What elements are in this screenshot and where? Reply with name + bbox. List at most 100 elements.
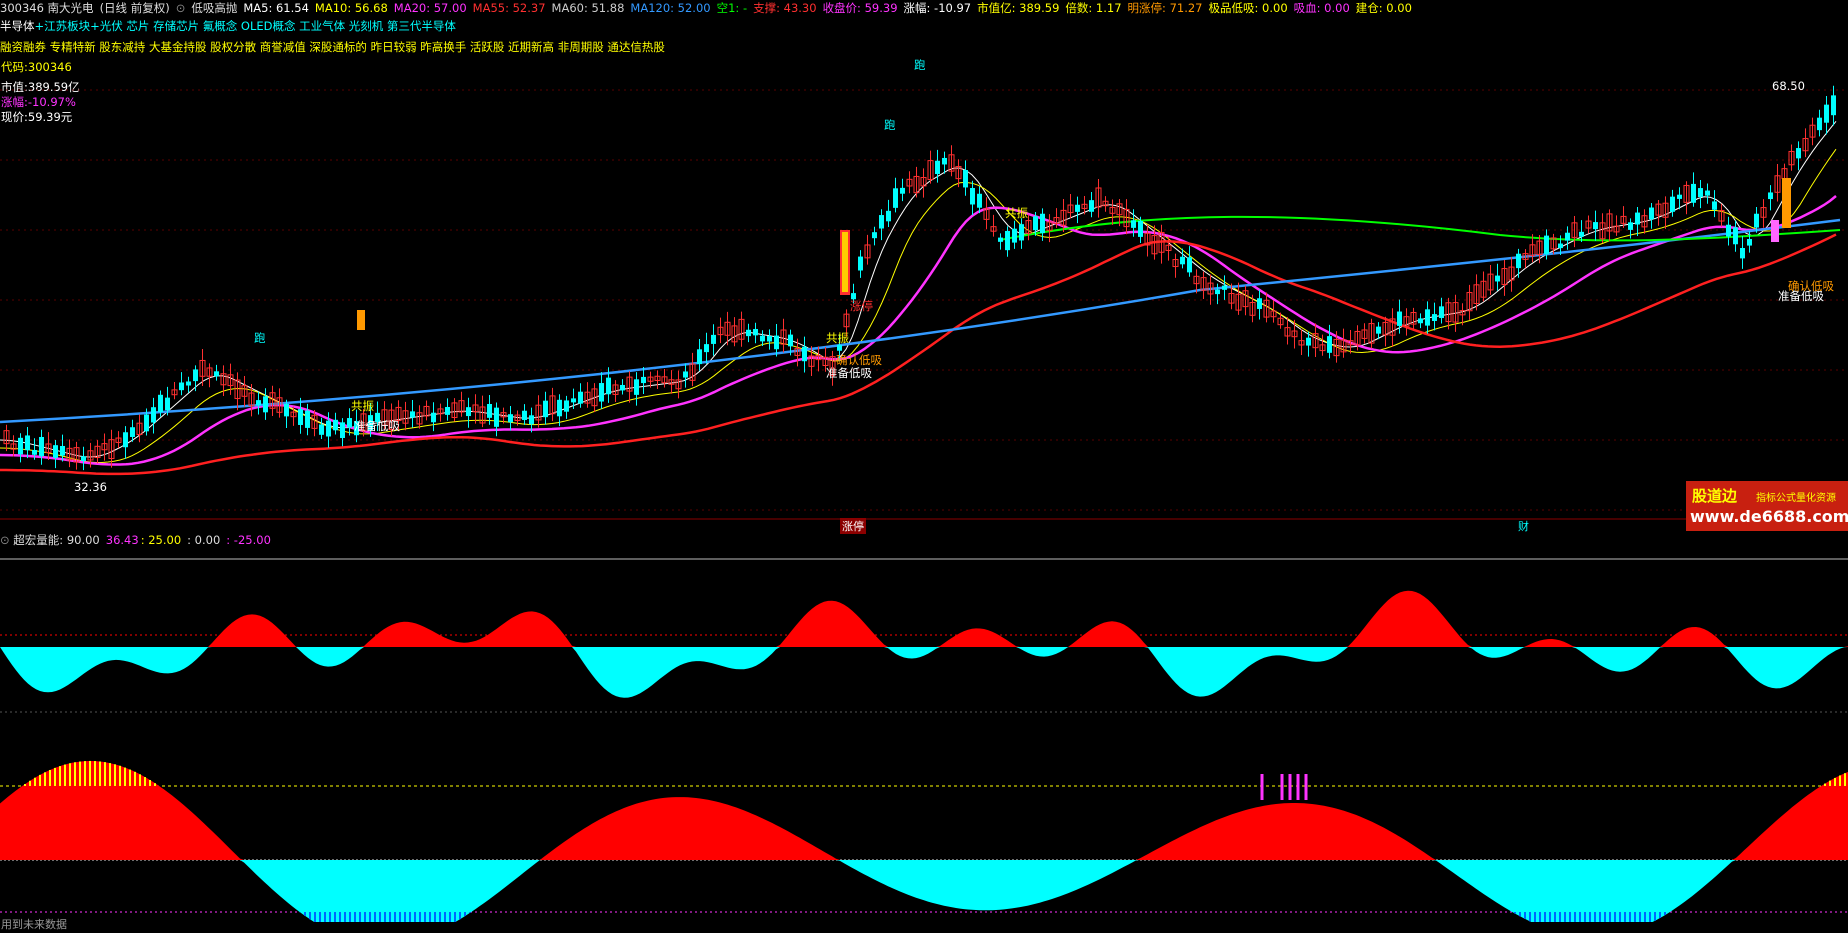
period-label[interactable]: (日线 前复权) — [100, 1, 170, 15]
candle-body-down — [564, 400, 569, 412]
price-chart[interactable] — [0, 60, 1848, 520]
limit-up-bar-inner — [842, 232, 848, 292]
candle-body-down — [599, 383, 604, 402]
candle-body-down — [1040, 213, 1045, 234]
ma55-value: MA55: 52.37 — [472, 1, 546, 15]
ma60-line — [0, 233, 1837, 476]
candle-body-down — [543, 400, 548, 418]
candle-body-down — [1754, 213, 1759, 228]
support-value: 支撑: 43.30 — [753, 1, 817, 15]
indicator-name[interactable]: 低吸高抛 — [191, 1, 237, 15]
candle-body-down — [1397, 311, 1402, 326]
candle-body-down — [578, 391, 583, 404]
candle-body-down — [697, 349, 702, 365]
limit-up-label: 涨停 — [850, 299, 873, 313]
watermark-tagline: 指标公式量化资源 — [1756, 493, 1836, 504]
candle-body-down — [1425, 309, 1430, 326]
candle-body-down — [1180, 256, 1185, 265]
candle-body-down — [1495, 275, 1500, 282]
candle-body-down — [711, 334, 716, 344]
candle-body-down — [522, 410, 527, 421]
sub-value-3: : 25.00 — [140, 533, 182, 547]
gongzhen-label: 共振 — [1005, 206, 1028, 220]
candle-body-down — [1817, 117, 1822, 131]
candle-body-down — [1439, 306, 1444, 319]
candle-body-down — [193, 369, 198, 382]
candle-body-down — [1712, 201, 1717, 210]
candle-body-down — [1033, 216, 1038, 231]
pao-signal-2: 跑 — [884, 118, 896, 132]
candle-body-down — [1649, 207, 1654, 220]
candle-body-down — [214, 371, 219, 377]
volume-energy-chart[interactable] — [0, 552, 1848, 922]
candle-body-down — [263, 396, 268, 413]
candle-body-down — [802, 346, 807, 362]
candle-body-down — [1432, 314, 1437, 321]
indicator-select-icon[interactable]: ⊙ — [176, 1, 186, 15]
candle-body-down — [487, 403, 492, 418]
candle-body-down — [634, 379, 639, 395]
candle-body-down — [340, 422, 345, 439]
candle-body-down — [529, 415, 534, 425]
signal-bar — [1782, 178, 1791, 228]
candle-body-down — [753, 328, 758, 336]
candle-body-down — [683, 371, 688, 378]
sub-indicator-name[interactable]: 超宏量能 — [13, 533, 59, 547]
candle-body-down — [1740, 248, 1745, 259]
sub-value-4: : 0.00 — [187, 533, 221, 547]
queren-label: 确认低吸 — [836, 353, 882, 367]
low-price-label: 32.36 — [74, 480, 107, 494]
candle-body-down — [1677, 194, 1682, 199]
candle-body-down — [81, 456, 86, 462]
candle-body-down — [1705, 190, 1710, 196]
candle-body-down — [886, 210, 891, 222]
signal-bar-2 — [1771, 220, 1779, 242]
candle-body-down — [774, 335, 779, 350]
ma120-value: MA120: 52.00 — [630, 1, 711, 15]
candle-body-down — [963, 170, 968, 188]
stock-title[interactable]: 300346 南大光电 — [0, 1, 94, 15]
candle-body-down — [1726, 224, 1731, 237]
candle-body-down — [298, 409, 303, 425]
candle-body-down — [445, 406, 450, 415]
candle-body-down — [1215, 289, 1220, 295]
candle-body-down — [858, 256, 863, 271]
watermark-logo: 股道边 指标公式量化资源 www.de6688.com — [1686, 481, 1848, 531]
candle-body-down — [872, 232, 877, 239]
candle-body-down — [620, 384, 625, 391]
candle-body-down — [1138, 220, 1143, 237]
candle-body-down — [39, 436, 44, 457]
next-limit-value: 明涨停: 71.27 — [1127, 1, 1203, 15]
watermark-url: www.de6688.com — [1690, 507, 1848, 526]
candle-body-down — [130, 427, 135, 437]
candle-body-down — [158, 394, 163, 413]
candle-body-down — [1075, 204, 1080, 212]
candle-body-down — [900, 187, 905, 194]
candle-body-down — [788, 334, 793, 347]
candle-body-down — [893, 188, 898, 208]
sub-value-2: 36.43 — [105, 533, 139, 547]
ma5-value: MA5: 61.54 — [243, 1, 309, 15]
candle-body-down — [333, 419, 338, 431]
limit-up-marker: 涨停 — [840, 518, 866, 534]
candle-body-down — [1733, 227, 1738, 245]
candle-body-down — [186, 381, 191, 386]
ma10-value: MA10: 56.68 — [314, 1, 388, 15]
change-value: 涨幅: -10.97 — [903, 1, 972, 15]
candle-body-down — [1005, 230, 1010, 251]
candle-body-down — [18, 437, 23, 455]
candle-body-down — [977, 193, 982, 208]
candle-body-down — [970, 188, 975, 205]
ma10-line — [0, 148, 1837, 463]
upper-osc-negative — [0, 647, 1848, 698]
candle-body-down — [144, 414, 149, 432]
candle-body-down — [256, 400, 261, 406]
high-price-label: 68.50 — [1772, 79, 1805, 93]
indicator-select-icon-2[interactable]: ⊙ — [0, 533, 13, 547]
sector-list: +江苏板块+光伏 芯片 存储芯片 氟概念 OLED概念 工业气体 光刻机 第三代… — [34, 19, 456, 33]
candle-body-down — [1796, 148, 1801, 159]
ma20-value: MA20: 57.00 — [393, 1, 467, 15]
candle-body-down — [935, 160, 940, 175]
finance-marker[interactable]: 财 — [1518, 518, 1529, 534]
candle-body-down — [1019, 224, 1024, 241]
